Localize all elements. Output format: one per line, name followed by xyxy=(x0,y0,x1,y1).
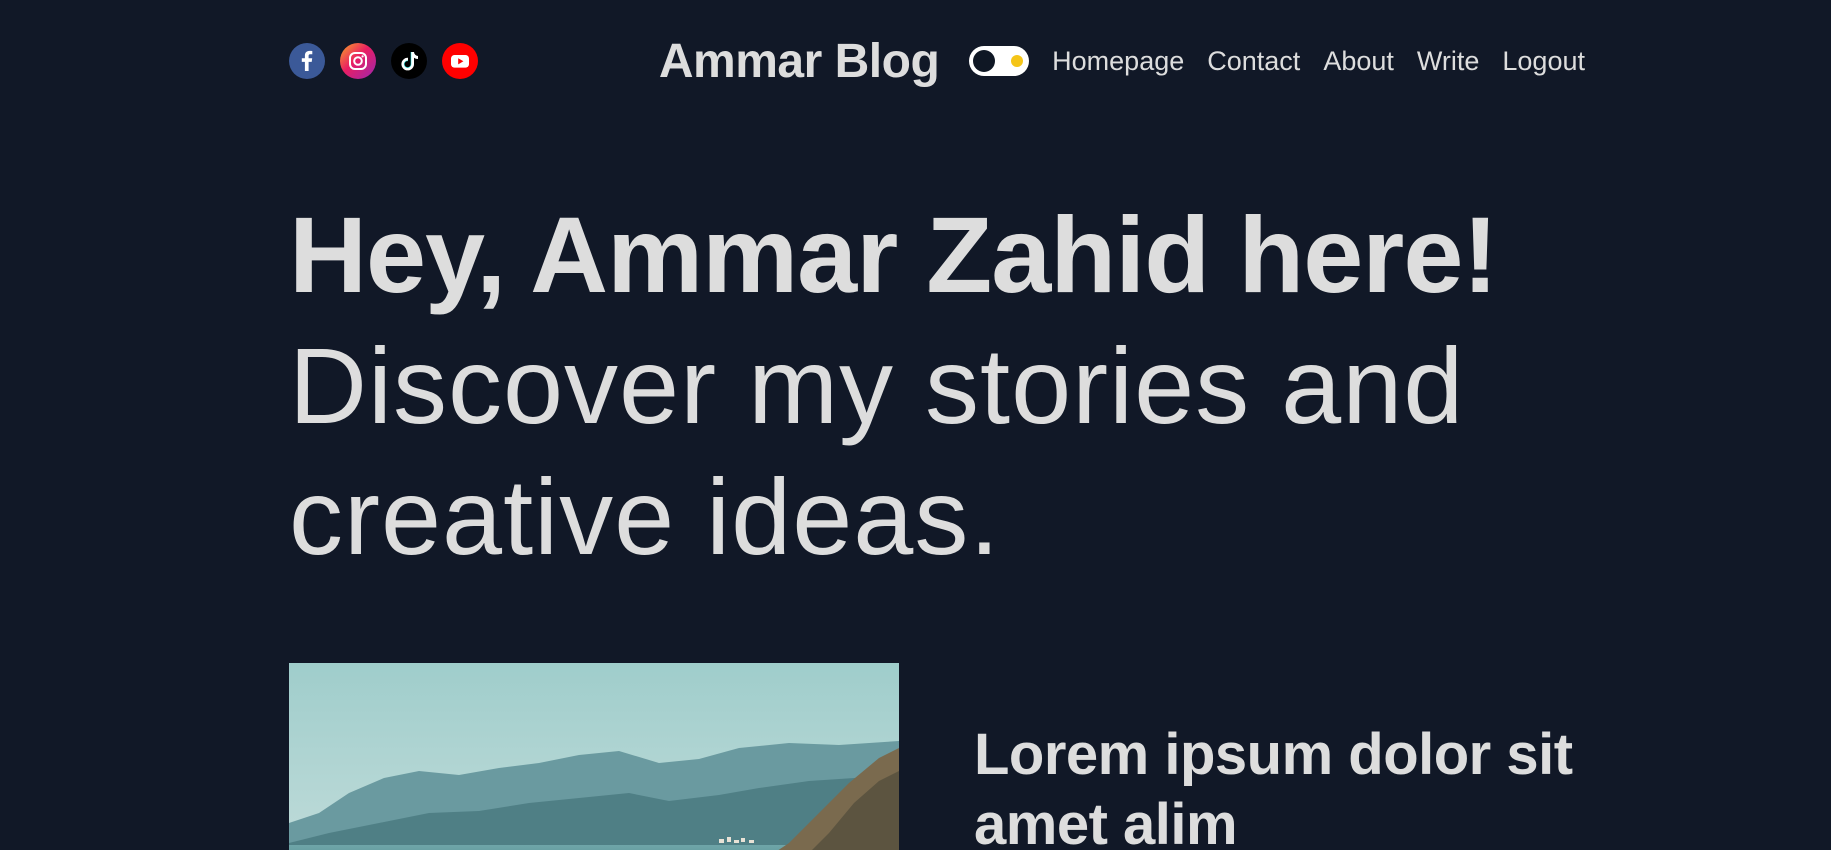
hero-greeting: Hey, Ammar Zahid here! xyxy=(289,194,1498,315)
social-links xyxy=(289,43,479,79)
tiktok-icon[interactable] xyxy=(391,43,427,79)
toggle-knob xyxy=(973,50,996,72)
theme-toggle[interactable] xyxy=(969,46,1030,76)
sun-icon xyxy=(1011,55,1024,67)
youtube-icon[interactable] xyxy=(442,43,478,79)
nav-logout[interactable]: Logout xyxy=(1502,46,1585,77)
hero-tagline: Discover my stories and creative ideas. xyxy=(289,324,1465,578)
navbar: Ammar Blog Homepage Contact About Write … xyxy=(289,28,1585,94)
hero: Hey, Ammar Zahid here! Discover my stori… xyxy=(289,190,1589,583)
nav-homepage[interactable]: Homepage xyxy=(1052,46,1184,77)
instagram-icon[interactable] xyxy=(340,43,376,79)
nav-about[interactable]: About xyxy=(1323,46,1394,77)
nav-contact[interactable]: Contact xyxy=(1207,46,1300,77)
nav-links: Homepage Contact About Write Logout xyxy=(969,46,1585,77)
page: Ammar Blog Homepage Contact About Write … xyxy=(0,0,1831,850)
featured-post-image[interactable] xyxy=(289,663,899,850)
featured-post-title[interactable]: Lorem ipsum dolor sit amet alim xyxy=(974,720,1574,850)
site-logo[interactable]: Ammar Blog xyxy=(659,34,940,89)
nav-write[interactable]: Write xyxy=(1417,46,1480,77)
facebook-icon[interactable] xyxy=(289,43,325,79)
